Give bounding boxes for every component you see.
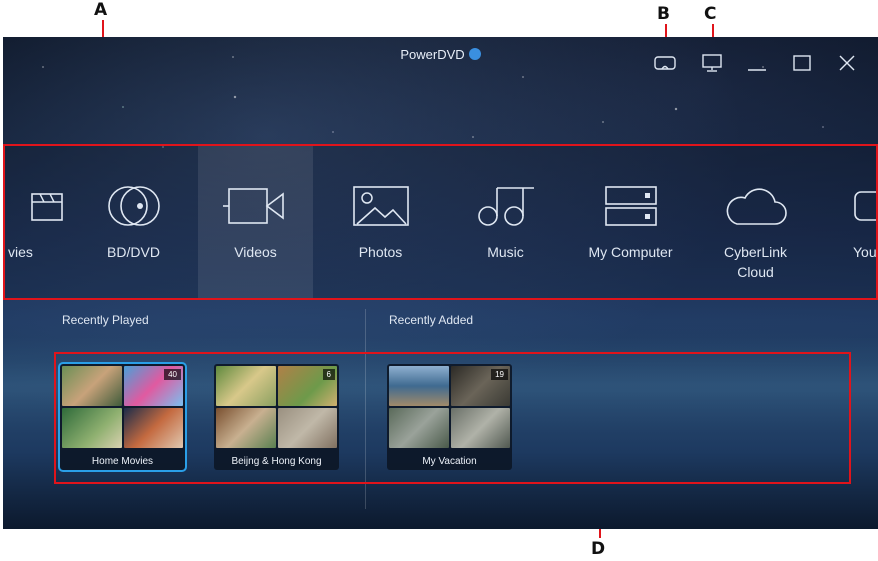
close-icon [839, 55, 855, 71]
annotation-box-d [54, 352, 851, 484]
callout-b: B [657, 4, 670, 24]
notification-bell-icon[interactable] [468, 48, 481, 60]
close-button[interactable] [834, 53, 860, 73]
callout-a: A [94, 0, 108, 20]
tv-mode-icon [702, 54, 722, 72]
app-title: PowerDVD [400, 47, 465, 62]
minimize-button[interactable] [744, 53, 770, 73]
minimize-icon [748, 69, 766, 71]
tv-mode-button[interactable] [699, 53, 725, 73]
maximize-icon [793, 55, 811, 71]
recently-played-heading: Recently Played [62, 313, 149, 327]
callout-c: C [704, 4, 717, 24]
annotation-mark-b [654, 53, 678, 73]
annotation-box-a [3, 144, 878, 300]
recently-added-heading: Recently Added [389, 313, 474, 327]
callout-d: D [591, 539, 606, 559]
maximize-button[interactable] [789, 53, 815, 73]
